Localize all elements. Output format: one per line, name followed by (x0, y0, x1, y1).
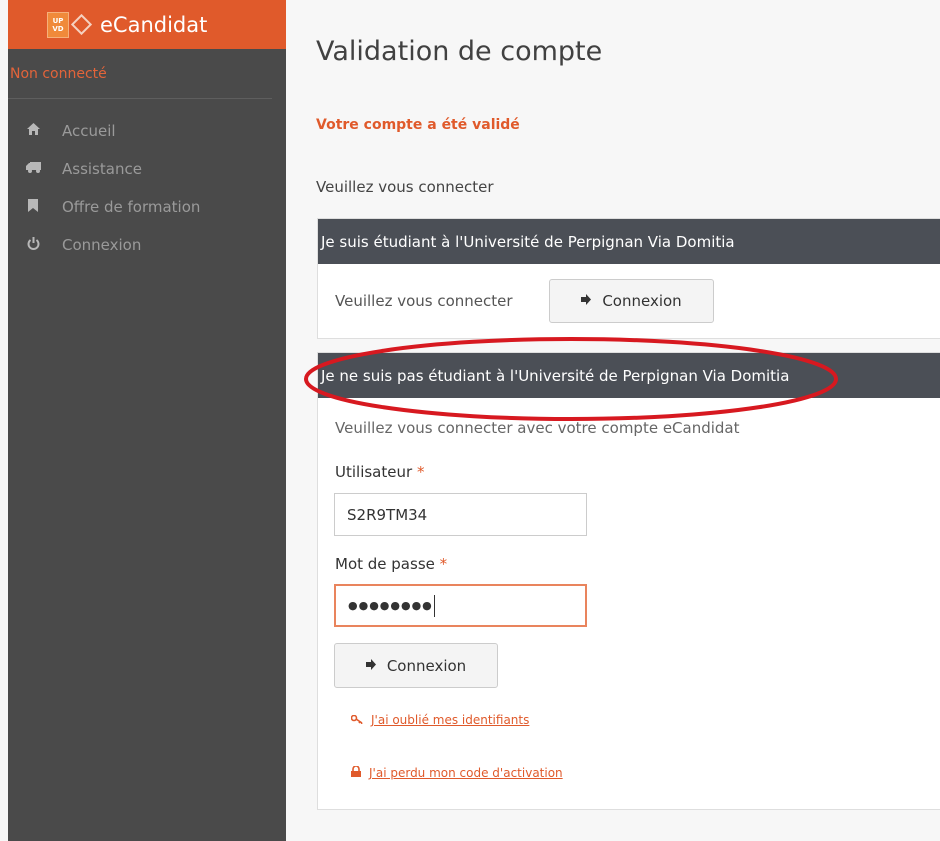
sidebar-item-assistance[interactable]: Assistance (8, 150, 286, 188)
panel-heading: Je suis étudiant à l'Université de Perpi… (318, 219, 940, 264)
logo-text-top: UP (52, 16, 64, 25)
panel-body: Veuillez vous connecter Connexion (318, 264, 940, 338)
sidebar-item-connexion[interactable]: Connexion (8, 226, 286, 264)
upvd-logo: UP VD (47, 11, 69, 38)
panel-lead-text: Veuillez vous connecter avec votre compt… (335, 419, 740, 437)
panel-text: Veuillez vous connecter (335, 292, 513, 310)
lost-activation-code-link[interactable]: J'ai perdu mon code d'activation (351, 765, 563, 780)
truck-icon (26, 161, 41, 177)
app-root: UP VD eCandidat Non connecté Accueil Ass… (0, 0, 940, 841)
success-message: Votre compte a été validé (316, 117, 520, 133)
main-content: Validation de compte Votre compte a été … (286, 0, 940, 841)
text-cursor (433, 594, 435, 617)
required-mark: * (416, 463, 425, 481)
password-input[interactable]: ●●●●●●●● (334, 584, 587, 627)
lock-icon (351, 765, 361, 780)
power-icon (26, 236, 40, 254)
sidebar: UP VD eCandidat Non connecté Accueil Ass… (8, 0, 286, 841)
intro-text: Veuillez vous connecter (316, 178, 494, 196)
sidebar-item-label: Accueil (62, 122, 116, 140)
key-icon (350, 713, 363, 727)
password-label: Mot de passe * (335, 555, 447, 573)
sidebar-item-offre-de-formation[interactable]: Offre de formation (8, 188, 286, 226)
sidebar-item-label: Assistance (62, 160, 142, 178)
panel-heading: Je ne suis pas étudiant à l'Université d… (318, 353, 940, 398)
password-mask: ●●●●●●●● (348, 599, 433, 612)
password-label-text: Mot de passe (335, 555, 435, 573)
required-mark: * (439, 555, 448, 573)
diamond-logo-icon (70, 13, 93, 36)
page-title: Validation de compte (316, 36, 603, 67)
brand-header[interactable]: UP VD eCandidat (8, 0, 286, 49)
home-icon (26, 123, 40, 139)
student-connexion-button[interactable]: Connexion (549, 279, 714, 323)
sidebar-nav: Accueil Assistance Offre de formation Co… (8, 99, 286, 264)
user-label-text: Utilisateur (335, 463, 413, 481)
logo-text-bottom: VD (52, 24, 64, 33)
button-label: Connexion (386, 656, 467, 675)
connection-status: Non connecté (8, 49, 272, 99)
app-name: eCandidat (100, 12, 208, 37)
student-login-panel: Je suis étudiant à l'Université de Perpi… (317, 218, 940, 339)
forgot-credentials-text: J'ai oublié mes identifiants (371, 713, 530, 727)
user-label: Utilisateur * (335, 463, 424, 481)
button-label: Connexion (602, 292, 682, 310)
lost-activation-code-text: J'ai perdu mon code d'activation (369, 766, 563, 780)
sidebar-item-label: Offre de formation (62, 198, 201, 216)
sidebar-item-label: Connexion (62, 236, 142, 254)
external-connexion-button[interactable]: Connexion (334, 643, 498, 688)
bookmark-icon (26, 198, 40, 216)
sign-in-icon (365, 658, 378, 673)
sidebar-item-accueil[interactable]: Accueil (8, 112, 286, 150)
external-login-panel: Je ne suis pas étudiant à l'Université d… (317, 352, 940, 810)
forgot-credentials-link[interactable]: J'ai oublié mes identifiants (350, 713, 530, 727)
username-input[interactable] (334, 493, 587, 536)
sign-in-icon (581, 294, 593, 308)
